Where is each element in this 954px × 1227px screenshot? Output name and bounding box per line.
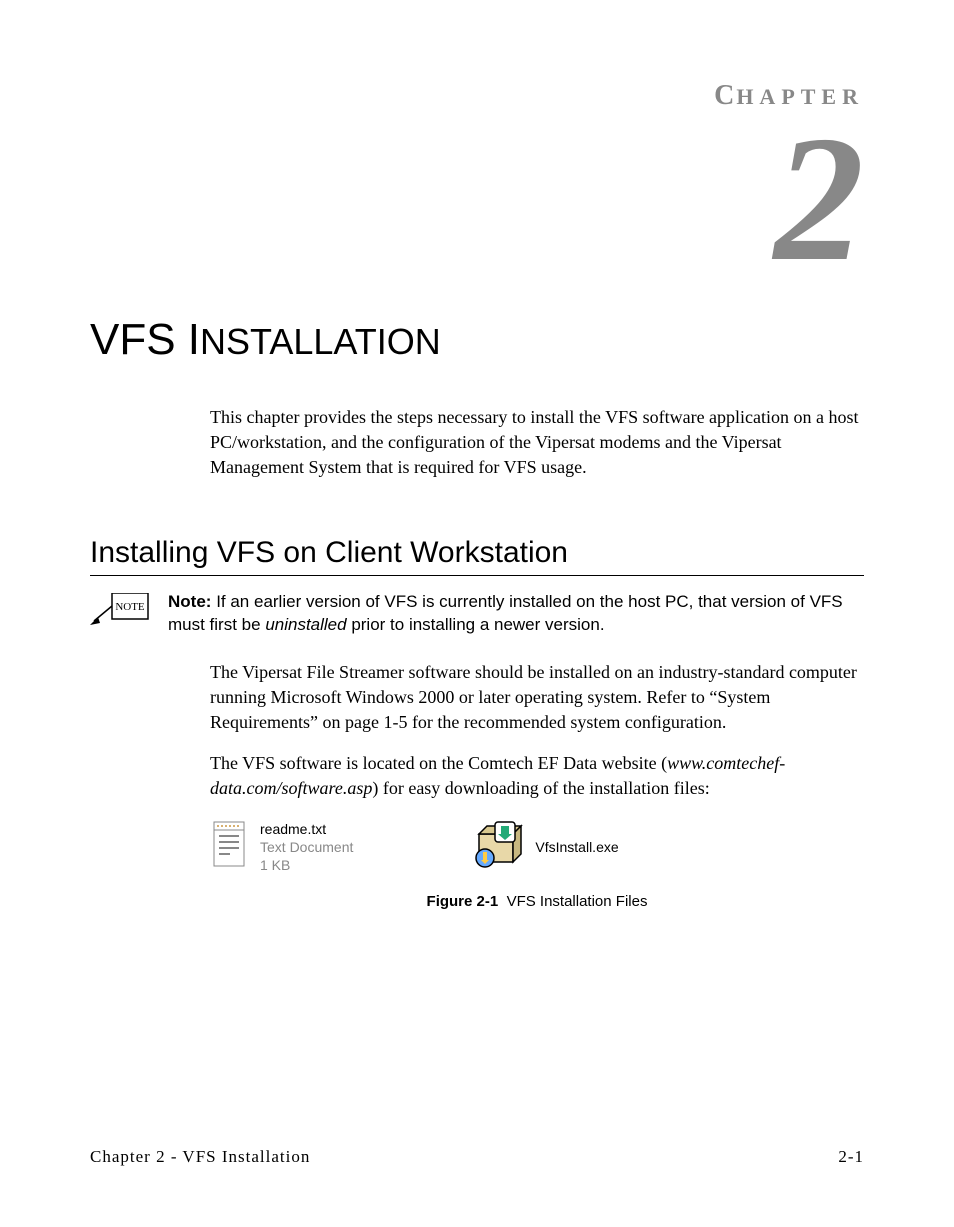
note-body-emph: uninstalled (265, 615, 346, 634)
chapter-title-rest: NSTALLATION (200, 321, 441, 362)
chapter-label: CHAPTER (90, 80, 864, 112)
file1-type: Text Document (260, 838, 353, 856)
file-item-installer: VfsInstall.exe (473, 820, 618, 875)
body-paragraph-1: The Vipersat File Streamer software shou… (210, 660, 864, 736)
note-icon: NOTE (90, 593, 150, 642)
section-rule (90, 575, 864, 576)
footer-right: 2-1 (838, 1147, 864, 1167)
note-block: NOTE Note: If an earlier version of VFS … (90, 591, 864, 642)
file-caption-readme: readme.txt Text Document 1 KB (260, 820, 353, 875)
note-label: Note: (168, 592, 211, 611)
footer-left: Chapter 2 - VFS Installation (90, 1147, 310, 1167)
file2-name: VfsInstall.exe (535, 838, 618, 856)
note-icon-text: NOTE (115, 601, 145, 613)
note-content: Note: If an earlier version of VFS is cu… (168, 591, 864, 637)
chapter-number: 2 (90, 122, 864, 275)
file-caption-installer: VfsInstall.exe (535, 838, 618, 856)
para2-prefix: The VFS software is located on the Comte… (210, 753, 667, 773)
body-paragraph-2: The VFS software is located on the Comte… (210, 751, 864, 801)
chapter-title: VFS INSTALLATION (90, 315, 864, 365)
note-body-suffix: prior to installing a newer version. (347, 615, 605, 634)
file-item-readme: readme.txt Text Document 1 KB (210, 820, 353, 875)
page-footer: Chapter 2 - VFS Installation 2-1 (90, 1147, 864, 1167)
file1-size: 1 KB (260, 856, 353, 874)
file1-name: readme.txt (260, 820, 353, 838)
text-file-icon (210, 820, 250, 875)
section-title: Installing VFS on Client Workstation (90, 536, 864, 570)
figure-caption-label: Figure 2-1 (427, 893, 499, 910)
para2-suffix: ) for easy downloading of the installati… (372, 778, 709, 798)
figure-row: readme.txt Text Document 1 KB VfsInstall… (210, 820, 864, 875)
installer-icon (473, 820, 525, 875)
figure-caption-text: VFS Installation Files (507, 893, 648, 910)
chapter-title-main: VFS I (90, 315, 200, 364)
intro-paragraph: This chapter provides the steps necessar… (210, 405, 864, 481)
figure-caption: Figure 2-1 VFS Installation Files (210, 893, 864, 910)
chapter-label-first: C (714, 80, 736, 111)
note-body: If an earlier version of VFS is currentl… (168, 592, 843, 634)
